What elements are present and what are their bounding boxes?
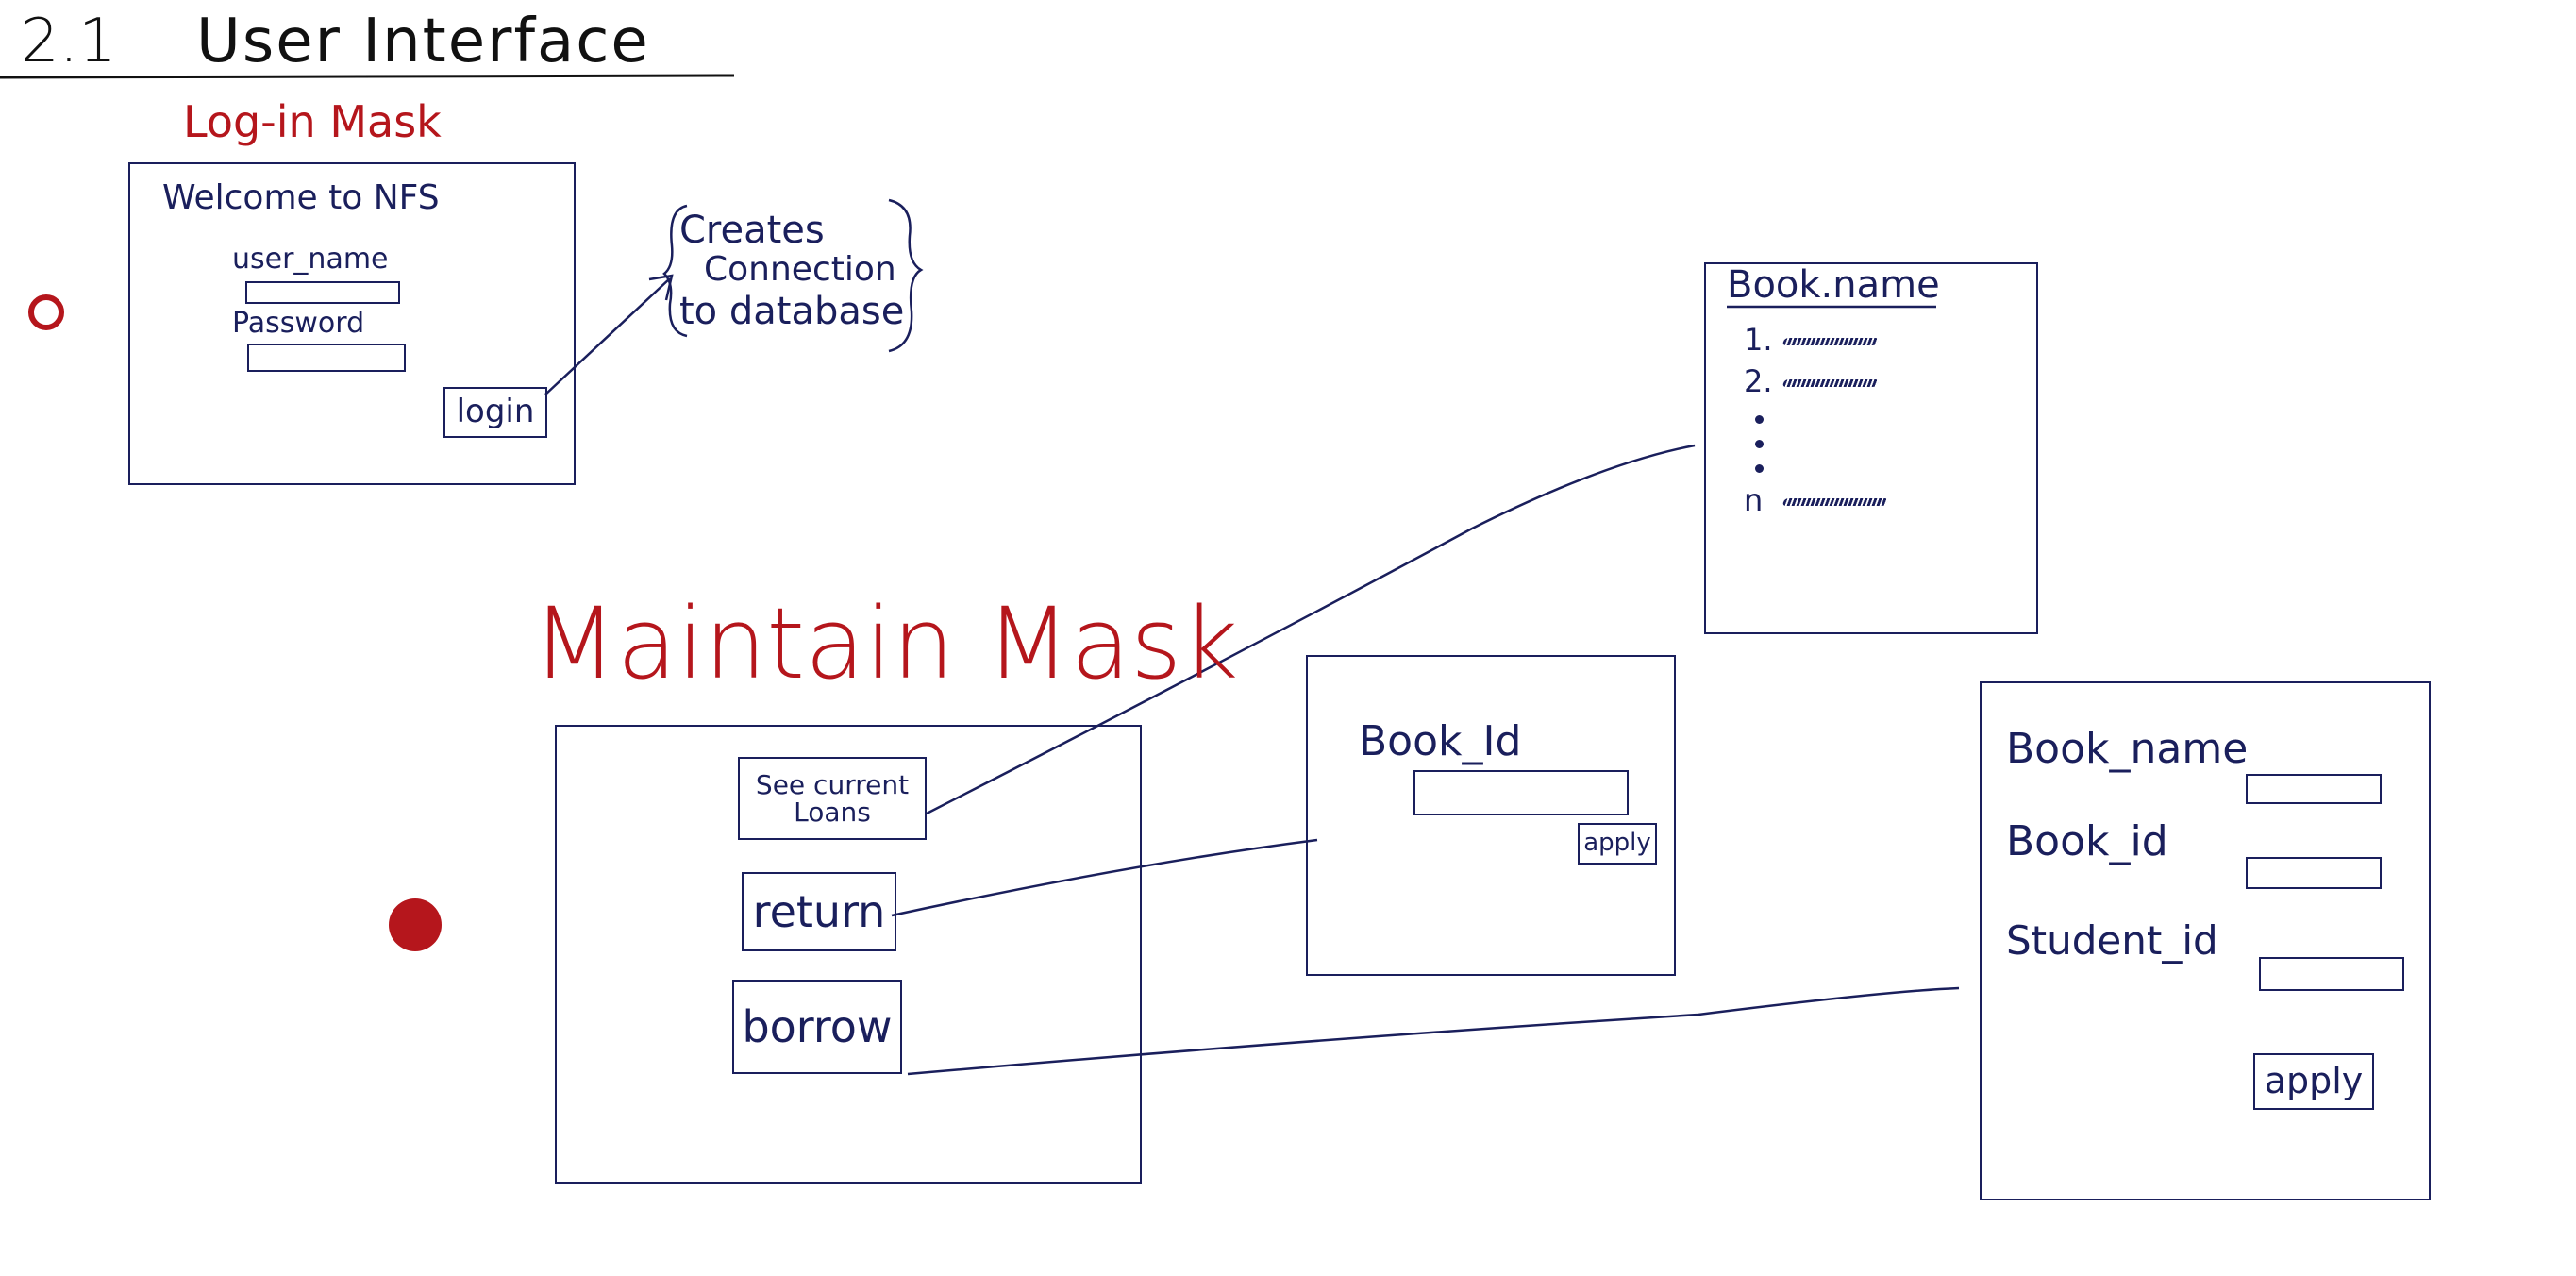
- ellipsis-dot-3: [1755, 464, 1764, 473]
- login-mask-marker: [28, 294, 64, 330]
- ellipsis-dot-2: [1755, 440, 1764, 448]
- borrow-panel-book-name-field[interactable]: [2246, 774, 2382, 804]
- username-label: user_name: [232, 243, 389, 276]
- see-current-loans-label-1: See current: [755, 768, 910, 800]
- loans-list-item-n-scribble: [1781, 498, 1889, 506]
- loans-list-item-2-number: 2.: [1744, 363, 1773, 399]
- note-line-2: Connection: [704, 250, 896, 289]
- maintain-mask-title: Maintain Mask: [532, 586, 1239, 701]
- return-panel-apply-button[interactable]: apply: [1578, 823, 1657, 865]
- login-welcome-text: Welcome to NFS: [162, 178, 440, 217]
- login-button[interactable]: login: [443, 387, 547, 438]
- borrow-panel-apply-button[interactable]: apply: [2253, 1053, 2374, 1110]
- loans-list-item-1-number: 1.: [1744, 322, 1773, 358]
- return-button[interactable]: return: [742, 872, 896, 951]
- maintain-mask-marker: [389, 898, 442, 951]
- note-line-1: Creates: [679, 209, 825, 252]
- note-line-3: to database: [679, 290, 905, 333]
- loans-list-item-1-scribble: [1781, 338, 1880, 345]
- whiteboard-canvas: 2.1 User Interface Log-in Mask Welcome t…: [0, 0, 2576, 1276]
- loans-list-header: Book.name: [1727, 263, 1940, 307]
- login-mask-title: Log-in Mask: [183, 96, 442, 147]
- return-panel-book-id-field[interactable]: [1413, 770, 1629, 815]
- loans-list-window: [1704, 262, 2038, 634]
- return-panel-window: [1306, 655, 1676, 976]
- borrow-panel-student-id-label: Student_id: [2006, 917, 2218, 964]
- password-label: Password: [232, 307, 365, 340]
- borrow-panel-book-id-label: Book_id: [2006, 817, 2168, 865]
- borrow-panel-book-name-label: Book_name: [2006, 725, 2249, 773]
- see-current-loans-button[interactable]: See current Loans: [738, 757, 927, 840]
- username-field[interactable]: [245, 281, 400, 304]
- loans-list-item-n-number: n: [1744, 482, 1764, 518]
- borrow-panel-book-id-field[interactable]: [2246, 857, 2382, 889]
- borrow-panel-student-id-field[interactable]: [2259, 957, 2404, 991]
- ellipsis-dot-1: [1755, 415, 1764, 424]
- return-panel-book-id-label: Book_Id: [1359, 717, 1522, 765]
- borrow-button[interactable]: borrow: [732, 980, 902, 1074]
- section-number: 2.1: [21, 7, 117, 76]
- password-field[interactable]: [247, 344, 406, 372]
- see-current-loans-label-2: Loans: [794, 797, 871, 828]
- loans-list-item-2-scribble: [1781, 379, 1880, 387]
- section-title: User Interface: [196, 7, 650, 76]
